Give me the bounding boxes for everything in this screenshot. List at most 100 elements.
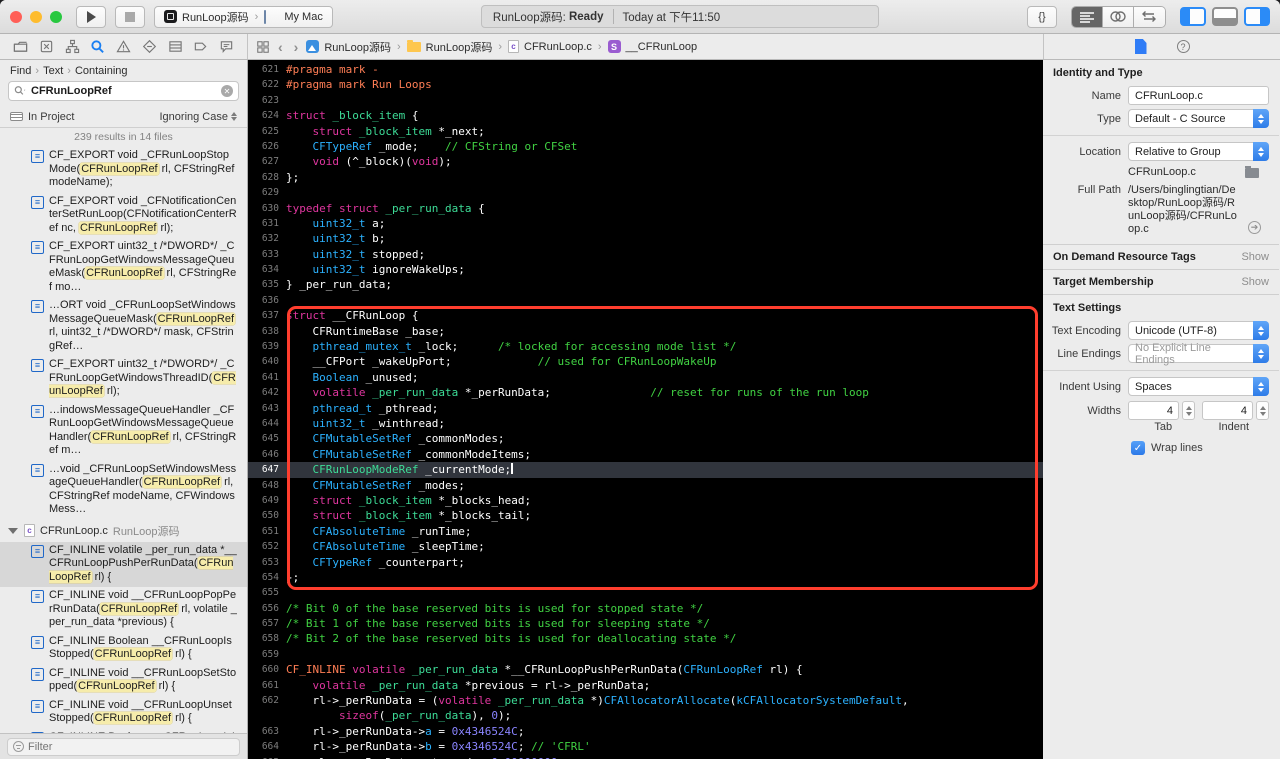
- back-button[interactable]: ‹: [275, 39, 286, 55]
- close-window-button[interactable]: [10, 10, 22, 23]
- source-editor[interactable]: 621 #pragma mark - 622 #pragma mark Run Loo…: [248, 60, 1043, 759]
- find-navigator-icon[interactable]: [90, 39, 105, 54]
- code-line[interactable]: 660 CF_INLINE volatile _per_run_data *__C…: [248, 662, 1043, 677]
- indent-width-stepper[interactable]: [1256, 401, 1269, 420]
- breakpoint-navigator-icon[interactable]: [193, 39, 208, 54]
- code-line[interactable]: 641 Boolean _unused;: [248, 370, 1043, 385]
- folder-icon[interactable]: [1245, 165, 1259, 178]
- search-result[interactable]: ≡ CF_EXPORT uint32_t /*DWORD*/ _CFRunLoop…: [0, 356, 247, 402]
- code-line[interactable]: sizeof(_per_run_data), 0);: [248, 708, 1043, 723]
- scheme-selector[interactable]: RunLoop源码 › My Mac: [154, 5, 333, 28]
- project-navigator-icon[interactable]: [13, 39, 28, 54]
- code-line[interactable]: 623: [248, 93, 1043, 108]
- code-line[interactable]: 653 CFTypeRef _counterpart;: [248, 555, 1043, 570]
- source-control-navigator-icon[interactable]: [39, 39, 54, 54]
- type-select[interactable]: Default - C Source: [1128, 109, 1269, 128]
- search-result[interactable]: ≡ CF_INLINE volatile _per_run_data *__CFR…: [0, 541, 247, 587]
- search-result[interactable]: ≡ CF_EXPORT void _CFRunLoopStopMode(CFRun…: [0, 147, 247, 193]
- report-navigator-icon[interactable]: [219, 39, 234, 54]
- code-line[interactable]: 643 pthread_t _pthread;: [248, 401, 1043, 416]
- assistant-editor-button[interactable]: [1102, 6, 1134, 27]
- file-inspector-icon[interactable]: [1134, 39, 1147, 54]
- indent-width-field[interactable]: 4: [1202, 401, 1253, 420]
- code-line[interactable]: 663 rl->_perRunData->a = 0x4346524C;: [248, 724, 1043, 739]
- code-line[interactable]: 624 struct _block_item {: [248, 108, 1043, 123]
- code-line[interactable]: 622 #pragma mark Run Loops: [248, 77, 1043, 92]
- code-line[interactable]: 662 rl->_perRunData = (volatile _per_run…: [248, 693, 1043, 708]
- related-items-icon[interactable]: [256, 40, 270, 54]
- code-line[interactable]: 644 uint32_t _winthread;: [248, 416, 1043, 431]
- symbol-navigator-icon[interactable]: [65, 39, 80, 54]
- code-line[interactable]: 664 rl->_perRunData->b = 0x4346524C; // …: [248, 739, 1043, 754]
- debug-navigator-icon[interactable]: [168, 39, 183, 54]
- filter-input[interactable]: [28, 740, 234, 753]
- indent-using-select[interactable]: Spaces: [1128, 377, 1269, 396]
- toggle-inspector-button[interactable]: [1243, 7, 1270, 26]
- toggle-debug-area-button[interactable]: [1211, 7, 1238, 26]
- quick-help-icon[interactable]: ?: [1176, 40, 1190, 53]
- code-line[interactable]: 628};: [248, 170, 1043, 185]
- open-path-arrow-icon[interactable]: ➔: [1248, 221, 1261, 234]
- case-sensitivity-selector[interactable]: Ignoring Case: [160, 111, 237, 123]
- clear-search-icon[interactable]: ✕: [221, 85, 233, 97]
- zoom-window-button[interactable]: [50, 10, 62, 23]
- code-line[interactable]: 637 struct __CFRunLoop {: [248, 308, 1043, 323]
- line-endings-select[interactable]: No Explicit Line Endings: [1128, 342, 1269, 366]
- code-snippet-button[interactable]: {}: [1026, 5, 1057, 28]
- search-scope[interactable]: In Project: [10, 111, 74, 123]
- jumpbar-symbol[interactable]: __CFRunLoop: [626, 41, 698, 53]
- code-line[interactable]: 629: [248, 185, 1043, 200]
- code-line[interactable]: 654};: [248, 570, 1043, 585]
- minimize-window-button[interactable]: [30, 10, 42, 23]
- encoding-select[interactable]: Unicode (UTF-8): [1128, 321, 1269, 340]
- code-line[interactable]: 656 /* Bit 0 of the base reserved bits is…: [248, 601, 1043, 616]
- stop-button[interactable]: [115, 5, 145, 28]
- code-line[interactable]: 652 CFAbsoluteTime _sleepTime;: [248, 539, 1043, 554]
- wrap-lines-checkbox[interactable]: ✓: [1131, 441, 1145, 455]
- code-line[interactable]: 651 CFAbsoluteTime _runTime;: [248, 524, 1043, 539]
- code-line[interactable]: 627 void (^_block)(void);: [248, 154, 1043, 169]
- search-result[interactable]: ≡ CF_INLINE void __CFRunLoopSetStopped(CF…: [0, 665, 247, 697]
- find-match-style[interactable]: Containing: [75, 65, 128, 77]
- code-line[interactable]: 640 __CFPort _wakeUpPort; // used for CF…: [248, 354, 1043, 369]
- code-line[interactable]: 642 volatile _per_run_data *_perRunData;…: [248, 385, 1043, 400]
- code-line[interactable]: 626 CFTypeRef _mode; // CFString or CFSe…: [248, 139, 1043, 154]
- search-result[interactable]: ≡ CF_EXPORT uint32_t /*DWORD*/ _CFRunLoop…: [0, 238, 247, 297]
- jumpbar-file[interactable]: CFRunLoop.c: [524, 41, 592, 53]
- disclosure-triangle-icon[interactable]: [8, 527, 18, 534]
- code-line[interactable]: 645 CFMutableSetRef _commonModes;: [248, 431, 1043, 446]
- code-line[interactable]: 657 /* Bit 1 of the base reserved bits is…: [248, 616, 1043, 631]
- code-line[interactable]: 632 uint32_t b;: [248, 231, 1043, 246]
- search-result[interactable]: ≡ CF_EXPORT void _CFNotificationCenterSet…: [0, 193, 247, 239]
- code-line[interactable]: 646 CFMutableSetRef _commonModeItems;: [248, 447, 1043, 462]
- odr-show-button[interactable]: Show: [1241, 251, 1269, 263]
- search-result[interactable]: ≡ …ORT void _CFRunLoopSetWindowsMessageQu…: [0, 297, 247, 356]
- jumpbar-group[interactable]: RunLoop源码: [426, 39, 493, 55]
- run-button[interactable]: [76, 5, 106, 28]
- code-line[interactable]: 639 pthread_mutex_t _lock; /* locked for…: [248, 339, 1043, 354]
- code-line[interactable]: 635} _per_run_data;: [248, 277, 1043, 292]
- toggle-navigator-button[interactable]: [1179, 7, 1206, 26]
- code-line[interactable]: 633 uint32_t stopped;: [248, 247, 1043, 262]
- target-show-button[interactable]: Show: [1241, 276, 1269, 288]
- test-navigator-icon[interactable]: [142, 39, 157, 54]
- forward-button[interactable]: ›: [291, 39, 302, 55]
- tab-width-stepper[interactable]: [1182, 401, 1195, 420]
- issue-navigator-icon[interactable]: [116, 39, 131, 54]
- name-field[interactable]: CFRunLoop.c: [1128, 86, 1269, 105]
- code-line[interactable]: 648 CFMutableSetRef _modes;: [248, 478, 1043, 493]
- code-line[interactable]: 621 #pragma mark -: [248, 62, 1043, 77]
- code-line[interactable]: 650 struct _block_item *_blocks_tail;: [248, 508, 1043, 523]
- search-result[interactable]: ≡ …indowsMessageQueueHandler _CFRunLoopGe…: [0, 402, 247, 461]
- search-input[interactable]: [31, 85, 217, 97]
- search-result[interactable]: ≡ …void _CFRunLoopSetWindowsMessageQueueH…: [0, 461, 247, 520]
- tab-width-field[interactable]: 4: [1128, 401, 1179, 420]
- code-line[interactable]: 659: [248, 647, 1043, 662]
- search-result[interactable]: ≡ CF_INLINE void __CFRunLoopPopPerRunData…: [0, 587, 247, 633]
- file-group-header[interactable]: c CFRunLoop.c RunLoop源码: [0, 520, 247, 542]
- find-type[interactable]: Text: [43, 65, 63, 77]
- code-line[interactable]: 631 uint32_t a;: [248, 216, 1043, 231]
- find-mode[interactable]: Find: [10, 65, 31, 77]
- code-line[interactable]: 649 struct _block_item *_blocks_head;: [248, 493, 1043, 508]
- standard-editor-button[interactable]: [1071, 6, 1103, 27]
